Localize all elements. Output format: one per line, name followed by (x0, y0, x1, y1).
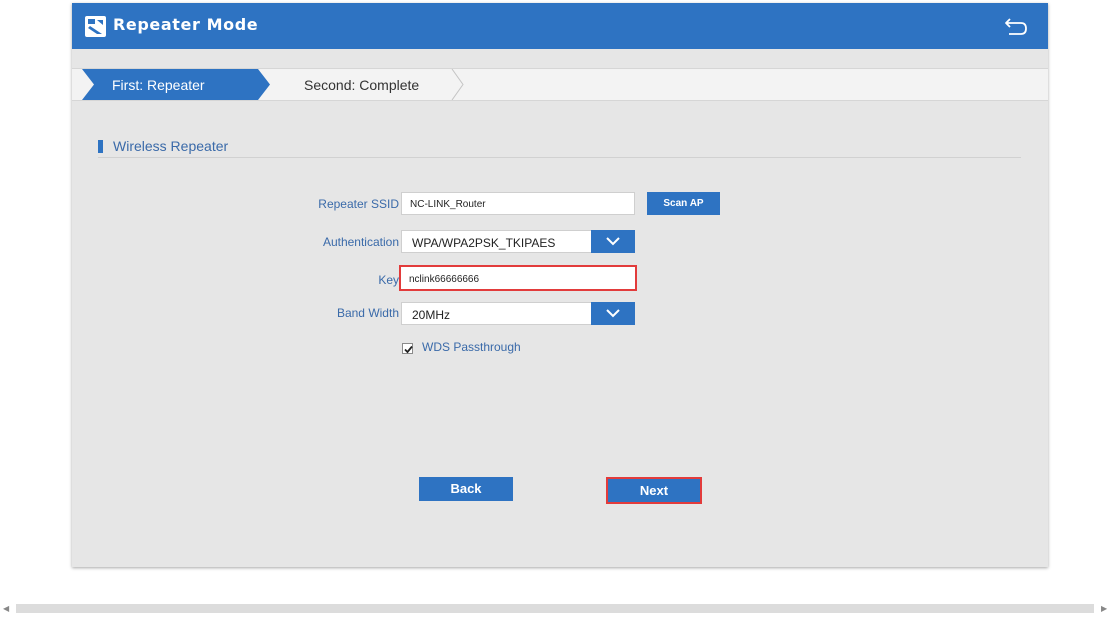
wds-passthrough-label[interactable]: WDS Passthrough (422, 340, 521, 354)
next-button[interactable]: Next (606, 477, 702, 504)
wds-passthrough-checkbox[interactable] (402, 343, 413, 354)
title-bar: Repeater Mode (72, 3, 1048, 49)
section-title: Wireless Repeater (113, 138, 229, 154)
scroll-right-icon[interactable]: ▶ (1101, 604, 1107, 613)
authentication-select[interactable]: WPA/WPA2PSK_TKIPAES (401, 230, 635, 253)
band-width-value: 20MHz (412, 308, 451, 322)
chevron-down-icon (606, 237, 620, 246)
key-value: nclink66666666 (409, 274, 480, 285)
back-button[interactable]: Back (419, 477, 513, 501)
key-input[interactable]: nclink66666666 (399, 265, 637, 291)
authentication-value: WPA/WPA2PSK_TKIPAES (412, 236, 556, 250)
ssid-value: NC-LINK_Router (410, 199, 486, 210)
step-second-label: Second: Complete (304, 77, 420, 93)
band-width-dropdown-button[interactable] (591, 302, 635, 325)
return-arrow-icon[interactable] (1003, 15, 1029, 37)
checkmark-icon (404, 345, 413, 354)
app-logo-icon (85, 16, 106, 37)
band-width-select[interactable]: 20MHz (401, 302, 635, 325)
step-separator-icon (451, 69, 464, 100)
step-first-label: First: Repeater (112, 77, 205, 93)
scrollbar-track[interactable] (16, 604, 1094, 613)
authentication-label: Authentication (322, 235, 399, 249)
key-label: Key (378, 273, 399, 287)
repeater-mode-panel: Repeater Mode First: Repeater Second: Co… (72, 3, 1048, 567)
page-title: Repeater Mode (113, 15, 259, 34)
horizontal-scrollbar[interactable]: ◀ ▶ (0, 600, 1110, 617)
section-marker (98, 140, 103, 153)
step-indicator: First: Repeater Second: Complete (72, 68, 1048, 101)
ssid-label: Repeater SSID (318, 197, 399, 211)
chevron-down-icon (606, 309, 620, 318)
scroll-left-icon[interactable]: ◀ (3, 604, 9, 613)
ssid-input[interactable]: NC-LINK_Router (401, 192, 635, 215)
band-width-label: Band Width (336, 306, 399, 320)
section-divider (98, 157, 1021, 158)
scan-ap-button[interactable]: Scan AP (647, 192, 720, 215)
authentication-dropdown-button[interactable] (591, 230, 635, 253)
